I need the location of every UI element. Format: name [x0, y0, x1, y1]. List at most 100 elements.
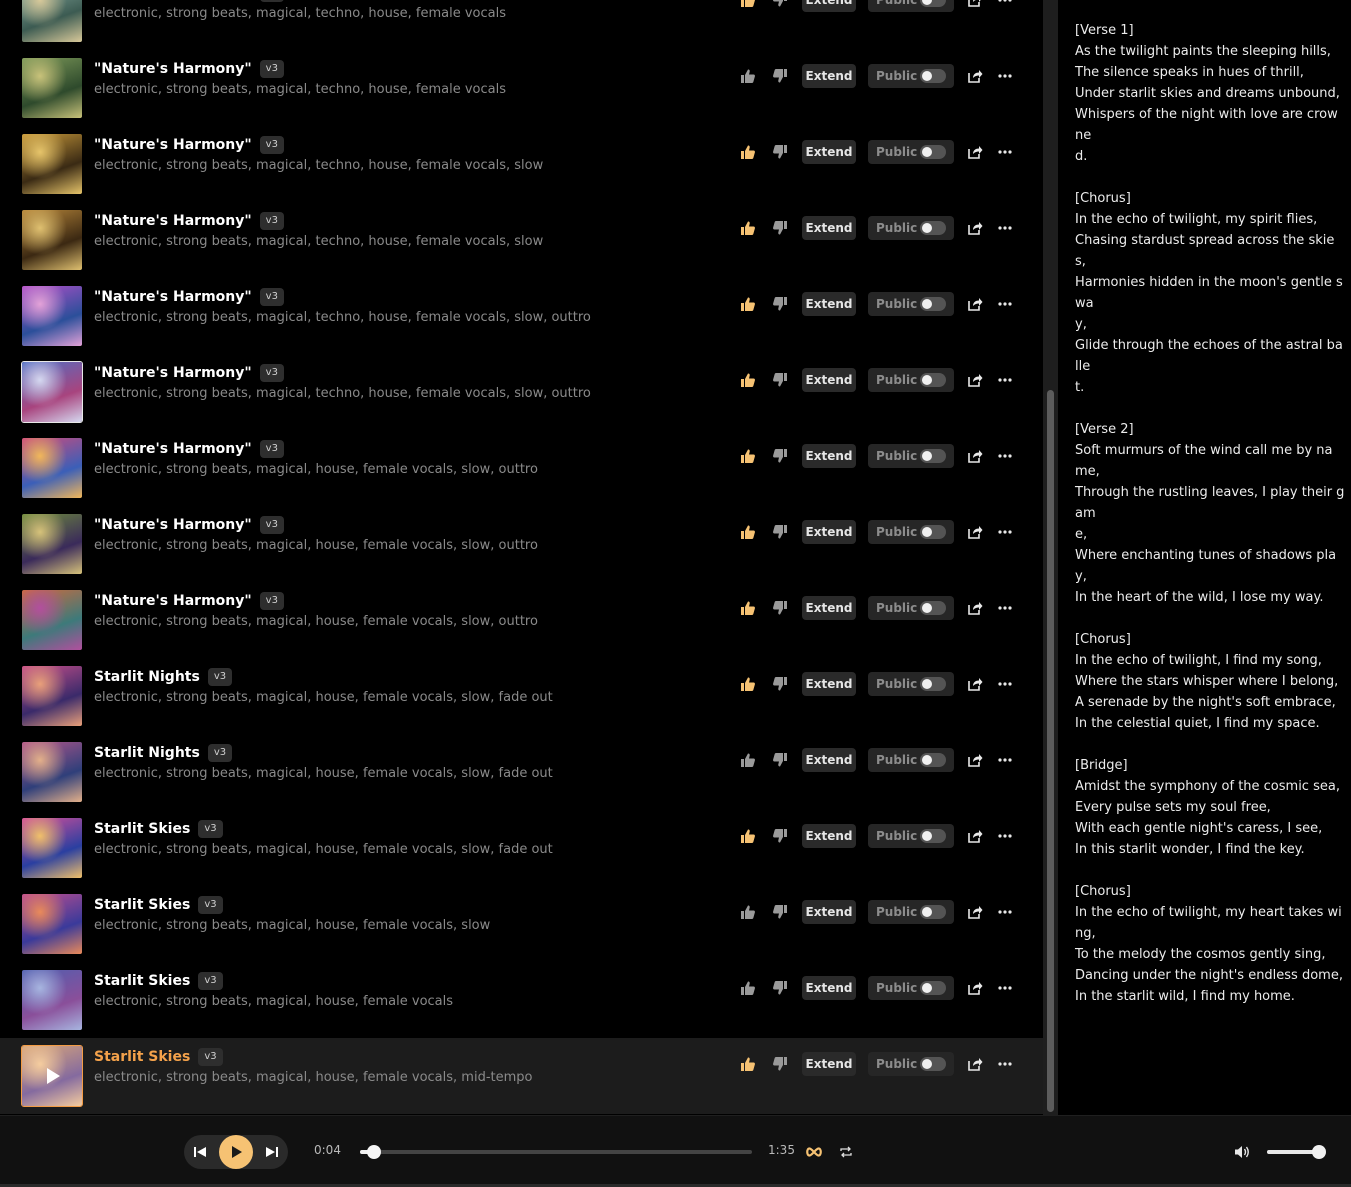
- share-button[interactable]: [965, 142, 985, 162]
- more-options-button[interactable]: [995, 1054, 1015, 1074]
- song-cover-art[interactable]: [22, 0, 82, 42]
- song-title[interactable]: "Nature's Harmony": [94, 213, 252, 229]
- song-row[interactable]: Starlit Skies v3 electronic, strong beat…: [0, 810, 1043, 886]
- share-button[interactable]: [965, 370, 985, 390]
- dislike-button[interactable]: [770, 142, 790, 162]
- like-button[interactable]: [738, 750, 758, 770]
- song-row[interactable]: "Nature's Harmony" v3 electronic, strong…: [0, 50, 1043, 126]
- like-button[interactable]: [738, 0, 758, 10]
- previous-track-button[interactable]: [190, 1142, 210, 1162]
- song-title[interactable]: Starlit Skies: [94, 973, 190, 989]
- song-cover-art[interactable]: [22, 210, 82, 270]
- dislike-button[interactable]: [770, 1054, 790, 1074]
- more-options-button[interactable]: [995, 750, 1015, 770]
- song-cover-art[interactable]: [22, 970, 82, 1030]
- song-row[interactable]: "Nature's Harmony" v3 electronic, strong…: [0, 506, 1043, 582]
- public-switch[interactable]: [920, 69, 946, 83]
- like-button[interactable]: [738, 446, 758, 466]
- public-toggle[interactable]: Public: [868, 0, 954, 12]
- more-options-button[interactable]: [995, 218, 1015, 238]
- song-row[interactable]: Starlit Skies v3 electronic, strong beat…: [0, 962, 1043, 1038]
- extend-button[interactable]: Extend: [802, 140, 856, 164]
- song-row[interactable]: Starlit Skies v3 electronic, strong beat…: [0, 1038, 1043, 1114]
- song-title[interactable]: Starlit Nights: [94, 745, 200, 761]
- public-switch[interactable]: [920, 905, 946, 919]
- share-button[interactable]: [965, 218, 985, 238]
- public-switch[interactable]: [920, 525, 946, 539]
- song-title[interactable]: "Nature's Harmony": [94, 593, 252, 609]
- like-button[interactable]: [738, 66, 758, 86]
- song-title[interactable]: "Nature's Harmony": [94, 365, 252, 381]
- dislike-button[interactable]: [770, 0, 790, 10]
- like-button[interactable]: [738, 218, 758, 238]
- song-title[interactable]: Starlit Skies: [94, 1049, 190, 1065]
- song-cover-art[interactable]: [22, 134, 82, 194]
- volume-slider[interactable]: [1267, 1145, 1326, 1159]
- like-button[interactable]: [738, 522, 758, 542]
- song-cover-art[interactable]: [22, 894, 82, 954]
- song-title[interactable]: "Nature's Harmony": [94, 517, 252, 533]
- more-options-button[interactable]: [995, 142, 1015, 162]
- dislike-button[interactable]: [770, 674, 790, 694]
- public-switch[interactable]: [920, 677, 946, 691]
- repeat-button[interactable]: [836, 1142, 856, 1162]
- progress-knob[interactable]: [366, 1145, 381, 1159]
- public-switch[interactable]: [920, 373, 946, 387]
- public-toggle[interactable]: Public: [868, 596, 954, 620]
- more-options-button[interactable]: [995, 66, 1015, 86]
- song-row[interactable]: Starlit Skies v3 electronic, strong beat…: [0, 886, 1043, 962]
- like-button[interactable]: [738, 826, 758, 846]
- dislike-button[interactable]: [770, 902, 790, 922]
- more-options-button[interactable]: [995, 826, 1015, 846]
- song-cover-art[interactable]: [22, 438, 82, 498]
- dislike-button[interactable]: [770, 522, 790, 542]
- more-options-button[interactable]: [995, 902, 1015, 922]
- more-options-button[interactable]: [995, 294, 1015, 314]
- extend-button[interactable]: Extend: [802, 0, 856, 12]
- song-cover-art[interactable]: [22, 666, 82, 726]
- song-row[interactable]: Starlit Nights v3 electronic, strong bea…: [0, 658, 1043, 734]
- more-options-button[interactable]: [995, 598, 1015, 618]
- song-cover-art[interactable]: [22, 514, 82, 574]
- like-button[interactable]: [738, 978, 758, 998]
- song-row[interactable]: "Nature's Harmony" v3 electronic, strong…: [0, 126, 1043, 202]
- share-button[interactable]: [965, 294, 985, 314]
- song-row[interactable]: "Nature's Harmony" v3 electronic, strong…: [0, 278, 1043, 354]
- song-title[interactable]: Starlit Skies: [94, 821, 190, 837]
- song-cover-art[interactable]: [22, 286, 82, 346]
- song-title[interactable]: Starlit Nights: [94, 669, 200, 685]
- more-options-button[interactable]: [995, 370, 1015, 390]
- dislike-button[interactable]: [770, 218, 790, 238]
- public-switch[interactable]: [920, 1057, 946, 1071]
- share-button[interactable]: [965, 598, 985, 618]
- song-row[interactable]: Starlit Nights v3 electronic, strong bea…: [0, 734, 1043, 810]
- share-button[interactable]: [965, 522, 985, 542]
- song-cover-art[interactable]: [21, 1045, 83, 1107]
- extend-button[interactable]: Extend: [802, 596, 856, 620]
- progress-slider[interactable]: [360, 1145, 752, 1159]
- more-options-button[interactable]: [995, 522, 1015, 542]
- public-toggle[interactable]: Public: [868, 520, 954, 544]
- like-button[interactable]: [738, 370, 758, 390]
- like-button[interactable]: [738, 598, 758, 618]
- share-button[interactable]: [965, 66, 985, 86]
- extend-button[interactable]: Extend: [802, 672, 856, 696]
- public-switch[interactable]: [920, 0, 946, 7]
- like-button[interactable]: [738, 674, 758, 694]
- public-switch[interactable]: [920, 145, 946, 159]
- public-toggle[interactable]: Public: [868, 140, 954, 164]
- public-switch[interactable]: [920, 297, 946, 311]
- share-button[interactable]: [965, 446, 985, 466]
- song-title[interactable]: Starlit Skies: [94, 897, 190, 913]
- song-list-scrollbar[interactable]: [1043, 0, 1058, 1115]
- song-title[interactable]: "Nature's Harmony": [94, 0, 252, 1]
- song-title[interactable]: "Nature's Harmony": [94, 441, 252, 457]
- extend-button[interactable]: Extend: [802, 976, 856, 1000]
- public-switch[interactable]: [920, 753, 946, 767]
- share-button[interactable]: [965, 674, 985, 694]
- song-title[interactable]: "Nature's Harmony": [94, 61, 252, 77]
- dislike-button[interactable]: [770, 598, 790, 618]
- public-switch[interactable]: [920, 449, 946, 463]
- public-toggle[interactable]: Public: [868, 748, 954, 772]
- song-title[interactable]: "Nature's Harmony": [94, 289, 252, 305]
